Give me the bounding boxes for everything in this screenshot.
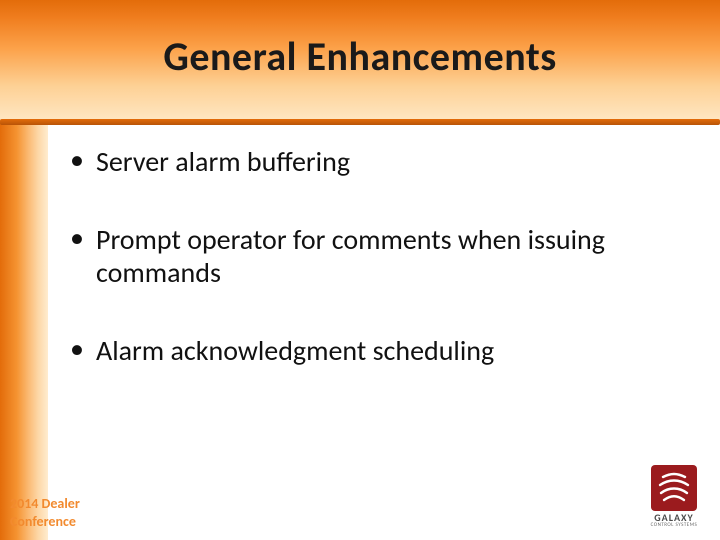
bullet-list: Server alarm buffering Prompt operator f… bbox=[70, 145, 650, 367]
bullet-item: Server alarm buffering bbox=[70, 145, 650, 179]
footer-line-2: Conference bbox=[10, 513, 76, 530]
galaxy-logo-icon bbox=[651, 465, 697, 511]
slide-body: Server alarm buffering Prompt operator f… bbox=[70, 145, 650, 465]
brand-logo: GALAXY CONTROL SYSTEMS bbox=[642, 465, 706, 528]
footer-line-1: 2014 Dealer bbox=[10, 495, 80, 512]
slide: General Enhancements Server alarm buffer… bbox=[0, 0, 720, 540]
footer-text: 2014 Dealer Conference bbox=[10, 495, 120, 530]
bullet-item: Prompt operator for comments when issuin… bbox=[70, 223, 650, 290]
slide-title: General Enhancements bbox=[0, 32, 720, 81]
logo-sub-text: CONTROL SYSTEMS bbox=[642, 523, 706, 528]
bullet-item: Alarm acknowledgment scheduling bbox=[70, 334, 650, 368]
